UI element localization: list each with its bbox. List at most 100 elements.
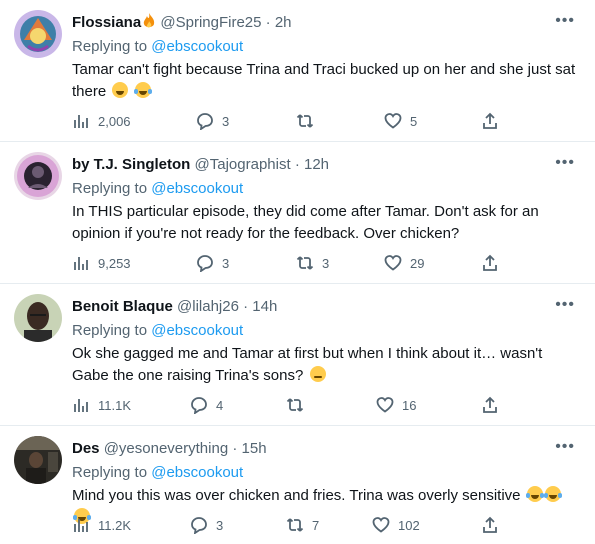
tweet-actions: 9,253 3 3 29	[72, 253, 497, 273]
avatar[interactable]	[14, 10, 62, 58]
reply-bubble-icon	[191, 517, 207, 534]
views-button[interactable]: 11.2K	[72, 515, 131, 535]
like-button[interactable]: 102	[372, 515, 420, 535]
like-button[interactable]: 5	[384, 111, 417, 131]
thinking-face-emoji-icon	[309, 366, 326, 382]
tweet-body: In THIS particular episode, they did com…	[72, 203, 539, 242]
more-dots-icon[interactable]: •••	[555, 13, 575, 29]
timestamp[interactable]: 2h	[275, 14, 292, 31]
views-count: 11.1K	[98, 397, 132, 413]
timestamp[interactable]: 12h	[304, 156, 329, 173]
tweet[interactable]: by T.J. Singleton @Tajographist · 12h ••…	[0, 142, 595, 284]
replying-to-line: Replying to @ebscookout	[72, 37, 243, 56]
tears-of-joy-emoji-icon	[543, 486, 562, 502]
tweet-body: Ok she gagged me and Tamar at first but …	[72, 345, 543, 384]
reply-button[interactable]: 3	[190, 515, 223, 535]
retweet-count: 3	[322, 255, 330, 271]
avatar[interactable]	[14, 436, 62, 484]
reply-bubble-icon	[197, 113, 213, 130]
reply-button[interactable]: 4	[190, 395, 223, 415]
tears-of-joy-emoji-icon	[133, 82, 152, 98]
more-dots-icon[interactable]: •••	[555, 439, 575, 455]
views-count: 9,253	[98, 255, 131, 271]
mention-link[interactable]: @ebscookout	[151, 38, 243, 55]
tweet[interactable]: Benoit Blaque @lilahj26 · 14h ••• Replyi…	[0, 284, 595, 426]
views-button[interactable]: 9,253	[72, 253, 131, 273]
reply-count: 4	[216, 397, 224, 413]
display-name[interactable]: Flossiana	[72, 14, 141, 31]
replying-to-label: Replying to	[72, 322, 148, 339]
heart-icon	[384, 113, 402, 129]
reply-button[interactable]: 3	[196, 111, 229, 131]
views-chart-icon	[74, 519, 88, 532]
mention-link[interactable]: @ebscookout	[151, 180, 243, 197]
user-handle[interactable]: @yesoneverything	[104, 440, 228, 457]
reply-count: 3	[222, 255, 230, 271]
reply-bubble-icon	[197, 255, 213, 272]
timestamp[interactable]: 14h	[252, 298, 277, 315]
retweet-icon	[296, 256, 314, 270]
avatar[interactable]	[14, 152, 62, 200]
separator-dot: ·	[265, 14, 271, 31]
display-name[interactable]: Des	[72, 440, 100, 457]
more-dots-icon[interactable]: •••	[555, 297, 575, 313]
retweet-button[interactable]	[286, 395, 312, 415]
tweet[interactable]: Flossiana @SpringFire25 · 2h ••• Replyin…	[0, 0, 595, 142]
retweet-count: 7	[312, 517, 320, 533]
tweet-text: Ok she gagged me and Tamar at first but …	[72, 343, 577, 387]
reply-count: 3	[216, 517, 224, 533]
replying-to-label: Replying to	[72, 464, 148, 481]
reply-bubble-icon	[191, 397, 207, 414]
replying-to-label: Replying to	[72, 180, 148, 197]
like-count: 16	[402, 397, 417, 413]
like-count: 102	[398, 517, 420, 533]
share-button[interactable]	[481, 253, 499, 273]
views-button[interactable]: 11.1K	[72, 395, 131, 415]
views-chart-icon	[74, 115, 88, 128]
share-button[interactable]	[481, 395, 499, 415]
like-count: 5	[410, 113, 418, 129]
tweet-body: Mind you this was over chicken and fries…	[72, 487, 521, 504]
tweet[interactable]: Des @yesoneverything · 15h ••• Replying …	[0, 426, 595, 544]
replying-to-label: Replying to	[72, 38, 148, 55]
share-upload-icon	[483, 396, 497, 413]
like-button[interactable]: 16	[376, 395, 416, 415]
display-name[interactable]: by T.J. Singleton	[72, 156, 190, 173]
fire-icon	[144, 13, 155, 28]
replying-to-line: Replying to @ebscookout	[72, 179, 243, 198]
mention-link[interactable]: @ebscookout	[151, 322, 243, 339]
avatar-image	[14, 152, 62, 200]
avatar-image	[14, 436, 62, 484]
share-button[interactable]	[481, 111, 499, 131]
retweet-button[interactable]: 3	[296, 253, 329, 273]
like-button[interactable]: 29	[384, 253, 424, 273]
replying-to-line: Replying to @ebscookout	[72, 321, 243, 340]
timestamp[interactable]: 15h	[242, 440, 267, 457]
retweet-icon	[286, 518, 304, 532]
retweet-button[interactable]: 7	[286, 515, 319, 535]
separator-dot: ·	[232, 440, 238, 457]
retweet-button[interactable]	[296, 111, 322, 131]
separator-dot: ·	[243, 298, 249, 315]
views-chart-icon	[74, 257, 88, 270]
reply-count: 3	[222, 113, 230, 129]
user-handle[interactable]: @lilahj26	[177, 298, 239, 315]
user-handle[interactable]: @SpringFire25	[160, 14, 261, 31]
user-handle[interactable]: @Tajographist	[195, 156, 291, 173]
tweet-actions: 11.2K 3 7 102	[72, 515, 497, 535]
retweet-icon	[296, 114, 314, 128]
share-button[interactable]	[481, 515, 499, 535]
avatar-image	[14, 10, 62, 58]
heart-icon	[384, 255, 402, 271]
tweet-header: Benoit Blaque @lilahj26 · 14h	[72, 297, 277, 316]
avatar[interactable]	[14, 294, 62, 342]
views-button[interactable]: 2,006	[72, 111, 131, 131]
display-name[interactable]: Benoit Blaque	[72, 298, 173, 315]
tweet-actions: 2,006 3 5	[72, 111, 497, 131]
retweet-icon	[286, 398, 304, 412]
like-count: 29	[410, 255, 425, 271]
mention-link[interactable]: @ebscookout	[151, 464, 243, 481]
heart-icon	[376, 397, 394, 413]
more-dots-icon[interactable]: •••	[555, 155, 575, 171]
reply-button[interactable]: 3	[196, 253, 229, 273]
